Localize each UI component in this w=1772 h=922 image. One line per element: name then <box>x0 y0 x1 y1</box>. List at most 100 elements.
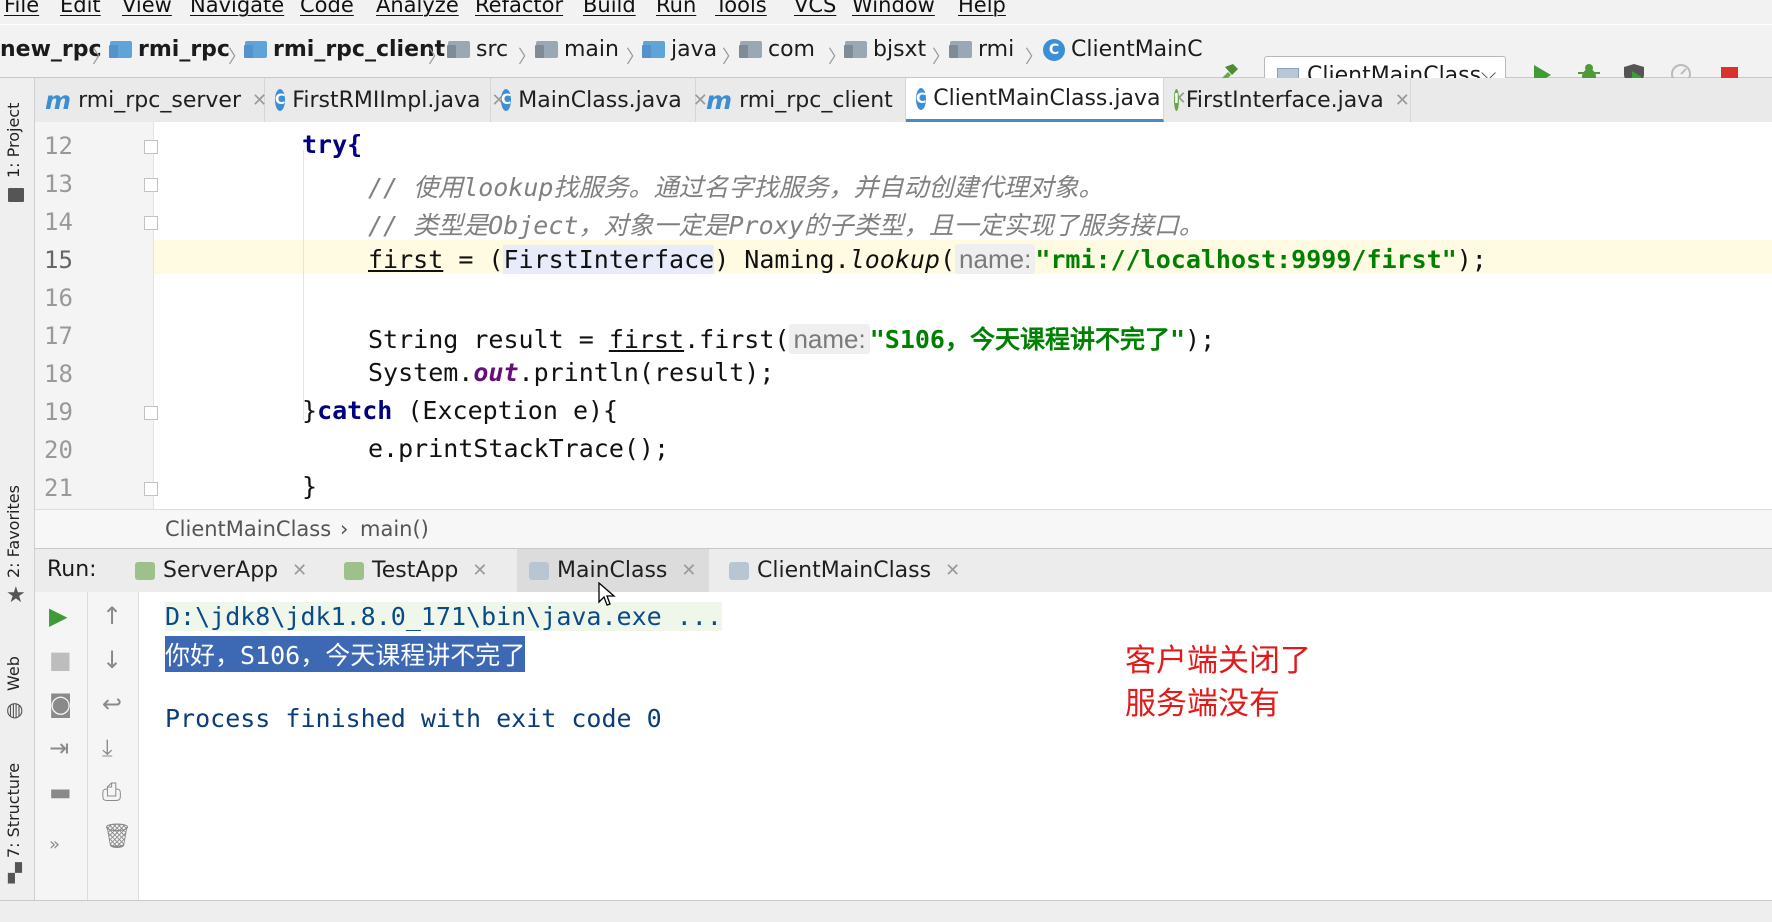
close-icon[interactable]: ✕ <box>945 560 960 581</box>
close-icon[interactable]: ✕ <box>472 560 487 581</box>
code-token: "rmi://localhost:9999/first" <box>1035 245 1457 274</box>
menu-analyze[interactable]: Analyze <box>376 0 459 17</box>
module-folder-icon <box>109 41 132 58</box>
code-token: "S106，今天课程讲不完了" <box>869 325 1186 354</box>
navigation-bar: new_rpc 〉 rmi_rpc 〉 rmi_rpc_client 〉 src… <box>0 25 1772 96</box>
menu-tools[interactable]: Tools <box>715 0 767 17</box>
tab-rmi-rpc-server[interactable]: m rmi_rpc_server ✕ <box>35 78 267 122</box>
crumb-label: src <box>476 37 509 62</box>
restore-layout-icon[interactable]: ⇥ <box>49 734 69 762</box>
code-token: catch <box>317 396 393 425</box>
menu-view[interactable]: View <box>122 0 172 17</box>
fold-marker-icon[interactable] <box>144 406 158 420</box>
editor-breadcrumb: ClientMainClass › main() <box>35 509 1772 548</box>
tab-label: rmi_rpc_client <box>739 87 893 113</box>
rerun-icon[interactable]: ▶ <box>49 602 67 630</box>
maven-module-icon: m <box>45 85 72 115</box>
run-tab-testapp[interactable]: TestApp ✕ <box>332 549 499 592</box>
code-line-21: } <box>302 472 318 501</box>
menu-navigate[interactable]: Navigate <box>190 0 284 17</box>
fold-marker-icon[interactable] <box>144 178 158 192</box>
crumb-separator: 〉 <box>92 47 110 68</box>
crumb-bjsxt[interactable]: bjsxt <box>844 37 926 62</box>
close-icon[interactable]: ✕ <box>681 560 696 581</box>
print-icon[interactable]: ⎙ <box>102 778 121 806</box>
crumb-java[interactable]: java <box>642 37 717 62</box>
favorites-tool-button[interactable]: 2: Favorites <box>4 485 23 578</box>
breadcrumb-method[interactable]: main() <box>360 517 429 541</box>
code-token: System. <box>368 358 474 387</box>
code-token: .println(result); <box>518 358 775 387</box>
code-line-13: // 使用lookup找服务。通过名字找服务，并自动创建代理对象。 <box>368 173 1104 202</box>
tab-rmi-rpc-client[interactable]: m rmi_rpc_client ✕ <box>696 78 919 122</box>
console-output-selected: 你好，S106，今天课程讲不完了 <box>165 636 526 672</box>
crumb-rmi-rpc[interactable]: rmi_rpc <box>109 37 230 62</box>
layout-icon[interactable]: ▬ <box>49 778 72 806</box>
tab-clientmainclass[interactable]: C ClientMainClass.java ✕ <box>906 78 1187 122</box>
menu-build[interactable]: Build <box>583 0 636 17</box>
crumb-class[interactable]: C ClientMainC <box>1043 37 1203 62</box>
fold-marker-icon[interactable] <box>144 140 158 154</box>
menu-code[interactable]: Code <box>300 0 354 17</box>
run-tab-clientmainclass[interactable]: ClientMainClass ✕ <box>717 549 972 592</box>
application-icon <box>729 561 749 580</box>
close-icon[interactable]: ✕ <box>1395 90 1410 111</box>
menu-window[interactable]: Window <box>852 0 935 17</box>
breadcrumb-class[interactable]: ClientMainClass <box>165 517 331 541</box>
line-number: 17 <box>44 322 73 350</box>
trash-icon[interactable]: 🗑 <box>102 822 132 850</box>
soft-wrap-icon[interactable]: ↩ <box>102 690 122 718</box>
project-tool-button[interactable]: 1: Project <box>4 103 23 178</box>
crumb-separator: 〉 <box>932 47 950 68</box>
crumb-main[interactable]: main <box>535 37 619 62</box>
menu-edit[interactable]: Edit <box>60 0 101 17</box>
code-line-12: try{ <box>302 130 362 159</box>
crumb-project[interactable]: new_rpc <box>0 37 102 62</box>
menu-run[interactable]: Run <box>656 0 696 17</box>
more-icon[interactable]: » <box>49 834 60 855</box>
scroll-to-end-icon[interactable]: ⤓ <box>102 734 113 762</box>
code-token: String result = <box>368 325 609 354</box>
code-token: ); <box>1185 325 1216 354</box>
code-token: FirstInterface <box>503 245 715 274</box>
application-icon <box>529 561 549 580</box>
maven-module-icon: m <box>706 85 733 115</box>
class-icon: C <box>275 89 286 111</box>
stop-icon[interactable]: ■ <box>49 646 72 674</box>
tab-firstrmiimpl[interactable]: C FirstRMIImpl.java ✕ <box>265 78 507 122</box>
fold-marker-icon[interactable] <box>144 216 158 230</box>
structure-tool-button[interactable]: 7: Structure <box>4 763 23 858</box>
annotation-line: 客户端关闭了 <box>1125 643 1311 679</box>
code-token: } <box>302 396 318 425</box>
menu-vcs[interactable]: VCS <box>794 0 836 17</box>
web-tool-button[interactable]: Web <box>4 656 23 691</box>
menu-help[interactable]: Help <box>958 0 1006 17</box>
crumb-rmi-rpc-client[interactable]: rmi_rpc_client <box>244 37 445 62</box>
code-line-19: }catch (Exception e){ <box>302 396 618 425</box>
crumb-separator: 〉 <box>428 47 446 68</box>
run-console[interactable]: D:\jdk8\jdk1.8.0_171\bin\java.exe ... 你好… <box>139 592 1772 900</box>
fold-marker-icon[interactable] <box>144 482 158 496</box>
crumb-label: rmi_rpc <box>138 37 230 62</box>
close-icon[interactable]: ✕ <box>292 560 307 581</box>
camera-icon[interactable]: ◙ <box>49 690 72 718</box>
menu-file[interactable]: File <box>4 0 39 17</box>
tab-label: ClientMainClass.java <box>933 86 1161 111</box>
run-tab-serverapp[interactable]: ServerApp ✕ <box>123 549 319 592</box>
code-token: ( <box>939 245 956 274</box>
code-token: (Exception e){ <box>392 396 619 425</box>
arrow-down-icon[interactable]: ↓ <box>102 646 122 674</box>
crumb-com[interactable]: com <box>739 37 815 62</box>
code-token: out <box>473 358 519 387</box>
crumb-label: rmi <box>978 37 1015 62</box>
code-line-14: // 类型是Object，对象一定是Proxy的子类型，且一定实现了服务接口。 <box>368 211 1204 240</box>
tab-firstinterface[interactable]: I FirstInterface.java ✕ <box>1164 78 1411 122</box>
menu-refactor[interactable]: Refactor <box>475 0 563 17</box>
crumb-src[interactable]: src <box>447 37 509 62</box>
line-number-current: 15 <box>44 246 73 274</box>
line-number: 14 <box>44 208 73 236</box>
run-toolbar-primary: ▶ ■ ◙ ⇥ ▬ » <box>35 592 88 900</box>
tab-mainclass[interactable]: C MainClass.java ✕ <box>491 78 708 122</box>
crumb-rmi[interactable]: rmi <box>949 37 1015 62</box>
arrow-up-icon[interactable]: ↑ <box>102 602 122 630</box>
